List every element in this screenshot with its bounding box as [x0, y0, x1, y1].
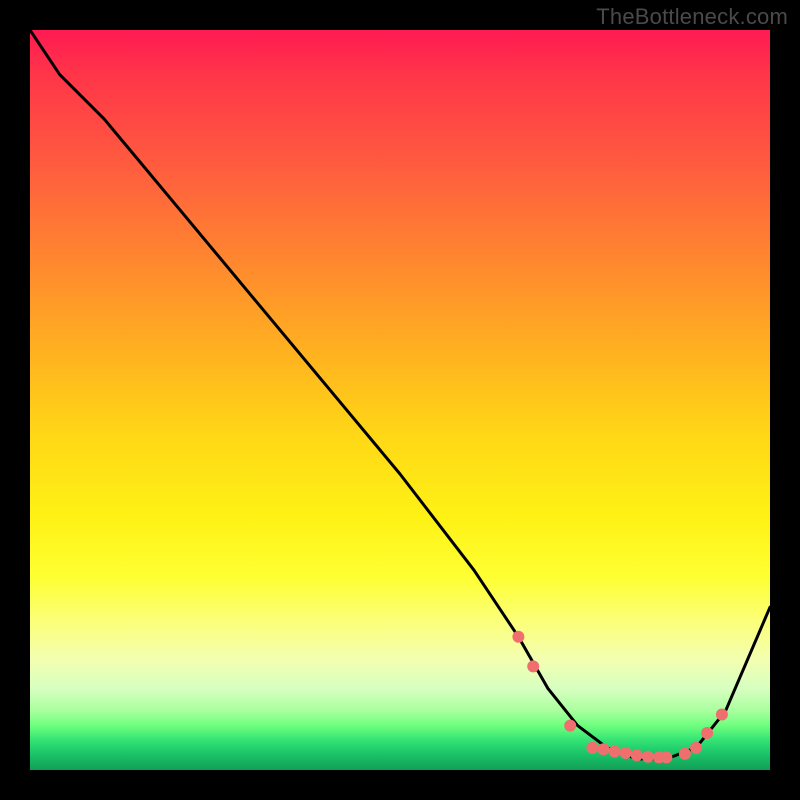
- chart-plot-area: [30, 30, 770, 770]
- chart-gradient-background: [30, 30, 770, 770]
- chart-frame: [30, 30, 770, 770]
- attribution-text: TheBottleneck.com: [596, 4, 788, 30]
